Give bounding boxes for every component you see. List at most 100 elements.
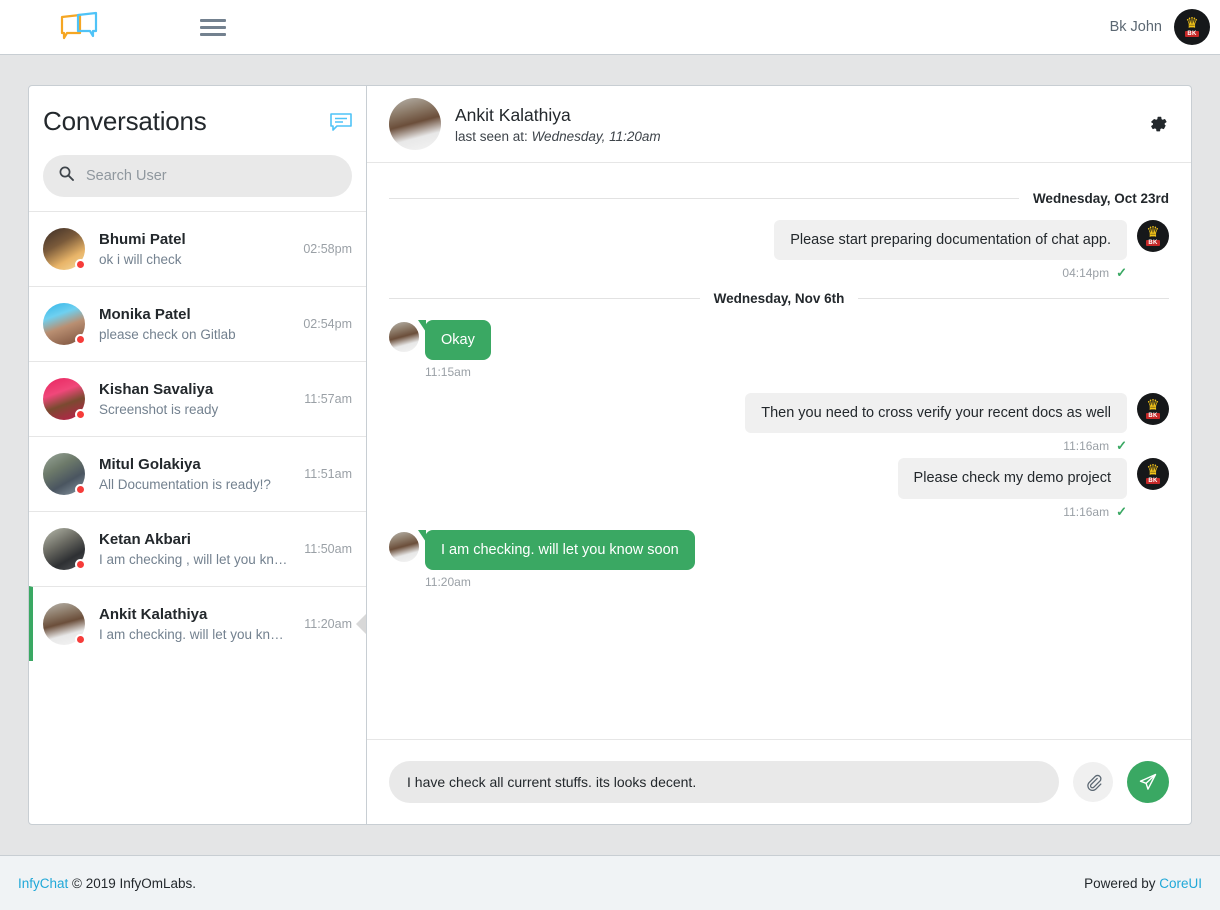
avatar: ♛ BK [1137, 458, 1169, 490]
avatar-label: BK [1146, 413, 1159, 419]
powered-by-label: Powered by [1084, 876, 1155, 891]
message-meta: 11:20am [425, 575, 695, 589]
message-meta: 11:16am ✓ [745, 438, 1127, 454]
search-input[interactable] [86, 168, 336, 184]
list-item-time: 11:51am [304, 467, 352, 481]
list-item[interactable]: Monika Patel please check on Gitlab 02:5… [29, 286, 366, 361]
list-item-preview: All Documentation is ready!? [99, 477, 290, 492]
crown-icon: ♛ [1146, 227, 1159, 239]
chat-contact-name: Ankit Kalathiya [455, 105, 1133, 126]
footer-powered-by: Powered by CoreUI [1084, 876, 1202, 891]
main-shell: Conversations [0, 55, 1220, 910]
list-item[interactable]: Ketan Akbari I am checking , will let yo… [29, 511, 366, 586]
message-row-incoming: I am checking. will let you know soon 11… [389, 530, 1169, 589]
message-meta: 04:14pm ✓ [774, 265, 1127, 281]
status-badge [75, 634, 86, 645]
chat-last-seen: last seen at: Wednesday, 11:20am [455, 129, 1133, 144]
chat-header: Ankit Kalathiya last seen at: Wednesday,… [367, 86, 1191, 163]
message-list: Wednesday, Oct 23rd Please start prepari… [367, 163, 1191, 739]
search-bar[interactable] [43, 155, 352, 197]
divider-line [858, 298, 1169, 299]
hamburger-bar [200, 33, 226, 36]
chat-screens-logo[interactable] [58, 11, 100, 43]
message-row-outgoing: Please check my demo project 11:16am ✓ ♛… [389, 458, 1169, 519]
list-item[interactable]: Mitul Golakiya All Documentation is read… [29, 436, 366, 511]
check-mark-icon: ✓ [1116, 265, 1127, 281]
list-item-name: Mitul Golakiya [99, 456, 290, 473]
list-item-preview: please check on Gitlab [99, 327, 289, 342]
avatar: ♛ BK [1137, 220, 1169, 252]
list-item-preview: I am checking , will let you know. [99, 552, 290, 567]
navbar-user-area[interactable]: Bk John ♛ BK [1110, 9, 1210, 45]
message-time: 04:14pm [1062, 266, 1109, 280]
page-footer: InfyChat © 2019 InfyOmLabs. Powered by C… [0, 855, 1220, 910]
status-badge [75, 259, 86, 270]
message-row-incoming: Okay 11:15am [389, 320, 1169, 379]
list-item-time: 02:54pm [303, 317, 352, 331]
avatar[interactable]: ♛ BK [1174, 9, 1210, 45]
list-item-name: Bhumi Patel [99, 231, 289, 248]
status-badge [75, 484, 86, 495]
list-item-name: Ankit Kalathiya [99, 606, 290, 623]
footer-brand-link[interactable]: InfyChat [18, 876, 68, 891]
list-item-name: Monika Patel [99, 306, 289, 323]
date-divider: Wednesday, Nov 6th [389, 291, 1169, 306]
check-mark-icon: ✓ [1116, 504, 1127, 520]
avatar-label: BK [1146, 478, 1159, 484]
list-item-time: 11:50am [304, 542, 352, 556]
message-time: 11:15am [425, 365, 471, 379]
message-meta: 11:15am [425, 365, 491, 379]
page-title: Conversations [43, 106, 207, 137]
coreui-link[interactable]: CoreUI [1159, 876, 1202, 891]
status-badge [75, 334, 86, 345]
list-item[interactable]: Kishan Savaliya Screenshot is ready 11:5… [29, 361, 366, 436]
hamburger-menu-icon[interactable] [200, 19, 226, 36]
avatar-label: BK [1185, 31, 1198, 37]
message-time: 11:16am [1063, 505, 1109, 519]
message-bubble: Then you need to cross verify your recen… [745, 393, 1127, 433]
search-icon [59, 166, 74, 186]
avatar [43, 378, 85, 420]
date-divider-label: Wednesday, Oct 23rd [1033, 191, 1169, 206]
last-seen-prefix: last seen at: [455, 129, 528, 144]
status-badge [75, 409, 86, 420]
conversation-list: Bhumi Patel ok i will check 02:58pm Moni… [29, 211, 366, 824]
crown-icon: ♛ [1185, 18, 1198, 30]
avatar [43, 528, 85, 570]
hamburger-bar [200, 19, 226, 22]
send-button[interactable] [1127, 761, 1169, 803]
gear-icon[interactable] [1147, 113, 1169, 135]
avatar [43, 453, 85, 495]
check-mark-icon: ✓ [1116, 438, 1127, 454]
hamburger-bar [200, 26, 226, 29]
message-bubble: Please check my demo project [898, 458, 1127, 498]
avatar [43, 303, 85, 345]
list-item-preview: ok i will check [99, 252, 289, 267]
list-item-preview: Screenshot is ready [99, 402, 290, 417]
crown-icon: ♛ [1146, 400, 1159, 412]
avatar [43, 603, 85, 645]
list-item-name: Kishan Savaliya [99, 381, 290, 398]
list-item-active[interactable]: Ankit Kalathiya I am checking. will let … [29, 586, 366, 661]
message-time: 11:20am [425, 575, 471, 589]
footer-copyright-text: © 2019 InfyOmLabs. [72, 876, 196, 891]
list-item[interactable]: Bhumi Patel ok i will check 02:58pm [29, 211, 366, 286]
message-composer [367, 739, 1191, 824]
message-time: 11:16am [1063, 439, 1109, 453]
message-input[interactable] [389, 761, 1059, 803]
avatar [389, 532, 419, 562]
avatar: ♛ BK [1137, 393, 1169, 425]
message-row-outgoing: Then you need to cross verify your recen… [389, 393, 1169, 454]
paperclip-icon[interactable] [1073, 762, 1113, 802]
last-seen-value: Wednesday, 11:20am [532, 129, 661, 144]
divider-line [389, 198, 1019, 199]
message-bubble: Okay [425, 320, 491, 360]
chat-card: Conversations [28, 85, 1192, 825]
crown-icon: ♛ [1146, 465, 1159, 477]
new-message-icon[interactable] [330, 113, 352, 131]
list-item-name: Ketan Akbari [99, 531, 290, 548]
conversations-pane: Conversations [29, 86, 367, 824]
top-navbar: Bk John ♛ BK [0, 0, 1220, 55]
navbar-user-name: Bk John [1110, 19, 1162, 35]
avatar [389, 98, 441, 150]
